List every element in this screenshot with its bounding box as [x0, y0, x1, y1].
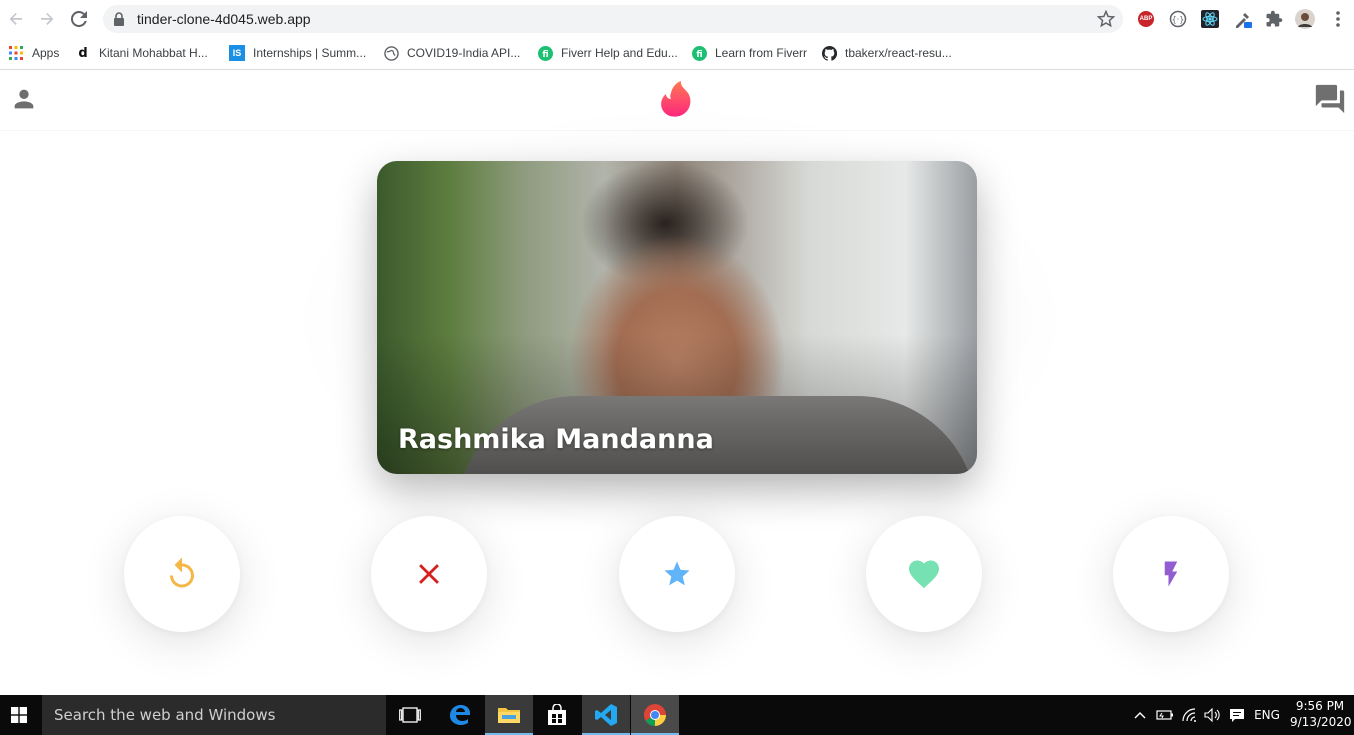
speaker-icon — [1204, 708, 1220, 722]
dislike-button[interactable] — [371, 516, 487, 632]
replay-icon — [170, 557, 194, 588]
battery-plug-icon — [1156, 710, 1173, 720]
address-bar[interactable]: tinder-clone-4d045.web.app — [103, 5, 1123, 33]
svg-text:{·}: {·} — [1172, 15, 1185, 24]
taskbar-chrome[interactable] — [631, 695, 679, 735]
fiverr-favicon: fi — [691, 45, 707, 61]
is-favicon: IS — [229, 45, 245, 61]
more-vert-icon — [1336, 11, 1340, 27]
boost-button[interactable] — [1113, 516, 1229, 632]
bookmark-label: Kitani Mohabbat H... — [99, 46, 208, 60]
start-button[interactable] — [0, 695, 38, 735]
flash-icon — [1164, 561, 1178, 587]
taskbar-edge[interactable] — [436, 695, 484, 735]
puzzle-piece-icon — [1266, 10, 1283, 27]
forum-chat-icon — [1315, 84, 1345, 114]
svg-text:fi: fi — [542, 48, 548, 58]
search-placeholder: Search the web and Windows — [54, 706, 276, 724]
bookmark-fiverr-help[interactable]: fi Fiverr Help and Edu... — [537, 43, 678, 63]
react-devtools-extension[interactable] — [1200, 9, 1220, 29]
reload-icon — [71, 11, 87, 27]
tray-overflow[interactable] — [1130, 695, 1150, 735]
bookmark-apps[interactable]: Apps — [8, 43, 59, 63]
language-indicator: ENG — [1254, 708, 1280, 722]
edge-icon — [450, 705, 470, 725]
arrow-right-icon — [41, 13, 54, 25]
profile-button[interactable] — [9, 84, 39, 114]
browser-toolbar: tinder-clone-4d045.web.app ABP {·} — [0, 0, 1354, 38]
bookmark-covid[interactable]: COVID19-India API... — [383, 43, 520, 63]
bookmark-learn-fiverr[interactable]: fi Learn from Fiverr — [691, 43, 807, 63]
taskbar-clock[interactable]: 9:56 PM 9/13/2020 — [1290, 698, 1352, 730]
taskbar-file-explorer[interactable] — [485, 695, 533, 735]
clock-date: 9/13/2020 — [1290, 715, 1352, 729]
bookmarks-bar: Apps d Kitani Mohabbat H... IS Internshi… — [0, 38, 1354, 70]
tray-power[interactable] — [1154, 695, 1176, 735]
tray-notifications[interactable] — [1226, 695, 1248, 735]
apps-grid-icon — [8, 45, 24, 61]
github-favicon — [821, 45, 837, 61]
taskbar-search[interactable]: Search the web and Windows — [42, 695, 386, 735]
bookmark-label: Learn from Fiverr — [715, 46, 808, 60]
action-center-icon — [1230, 708, 1244, 722]
bookmark-internships[interactable]: IS Internships | Summ... — [229, 43, 366, 63]
reload-button[interactable] — [68, 8, 90, 30]
bookmark-label: Apps — [32, 46, 60, 60]
task-view-icon — [399, 707, 421, 723]
extension-json[interactable]: {·} — [1168, 9, 1188, 29]
bookmark-label: Internships | Summ... — [253, 46, 367, 60]
windows-logo-icon — [11, 707, 27, 723]
globe-favicon — [383, 45, 399, 61]
card-name: Rashmika Mandanna — [398, 424, 714, 455]
bookmark-kitani[interactable]: d Kitani Mohabbat H... — [75, 43, 208, 63]
task-view-button[interactable] — [386, 695, 434, 735]
bookmark-label: tbakerx/react-resu... — [845, 46, 952, 60]
super-like-button[interactable] — [619, 516, 735, 632]
adblock-extension[interactable]: ABP — [1136, 9, 1156, 29]
bookmark-star-icon[interactable] — [1097, 10, 1115, 28]
bookmark-label: COVID19-India API... — [407, 46, 521, 60]
forward-button[interactable] — [36, 8, 58, 30]
eyedropper-icon — [1236, 13, 1252, 28]
like-button[interactable] — [866, 516, 982, 632]
heart-icon — [909, 560, 939, 589]
clock-time: 9:56 PM — [1295, 699, 1345, 713]
profile-avatar[interactable] — [1295, 9, 1315, 29]
lock-icon — [114, 12, 124, 26]
extensions-menu[interactable] — [1264, 9, 1284, 29]
adblock-icon: ABP — [1138, 11, 1154, 27]
taskbar-vscode[interactable] — [582, 695, 630, 735]
chrome-icon — [644, 704, 666, 726]
arrow-left-icon — [9, 13, 22, 25]
fiverr-favicon: fi — [537, 45, 553, 61]
react-icon — [1201, 10, 1219, 28]
store-bag-icon — [548, 704, 566, 725]
wifi-icon — [1182, 708, 1196, 722]
tray-volume[interactable] — [1202, 695, 1224, 735]
bookmark-label: Fiverr Help and Edu... — [561, 46, 678, 60]
undo-button[interactable] — [124, 516, 240, 632]
vscode-icon — [595, 704, 617, 726]
taskbar-store[interactable] — [533, 695, 581, 735]
profile-card[interactable]: Rashmika Mandanna — [377, 161, 977, 474]
windows-taskbar: Search the web and Windows ENG 9:56 PM 9… — [0, 695, 1354, 735]
url-text: tinder-clone-4d045.web.app — [137, 11, 311, 27]
braces-circle-icon: {·} — [1169, 10, 1187, 28]
star-icon — [664, 561, 690, 586]
eyedropper-extension[interactable] — [1233, 9, 1253, 29]
svg-text:fi: fi — [696, 48, 702, 58]
tray-network[interactable] — [1180, 695, 1202, 735]
bookmark-react-resume[interactable]: tbakerx/react-resu... — [821, 43, 952, 63]
browser-menu-button[interactable] — [1328, 9, 1348, 29]
avatar-icon — [1295, 9, 1315, 29]
close-icon — [419, 564, 439, 584]
chevron-up-icon — [1134, 712, 1146, 719]
messages-button[interactable] — [1312, 82, 1348, 116]
folder-icon — [498, 708, 520, 723]
tray-language[interactable]: ENG — [1250, 695, 1284, 735]
person-icon — [14, 89, 34, 109]
back-button[interactable] — [5, 8, 27, 30]
d-favicon: d — [78, 45, 88, 61]
